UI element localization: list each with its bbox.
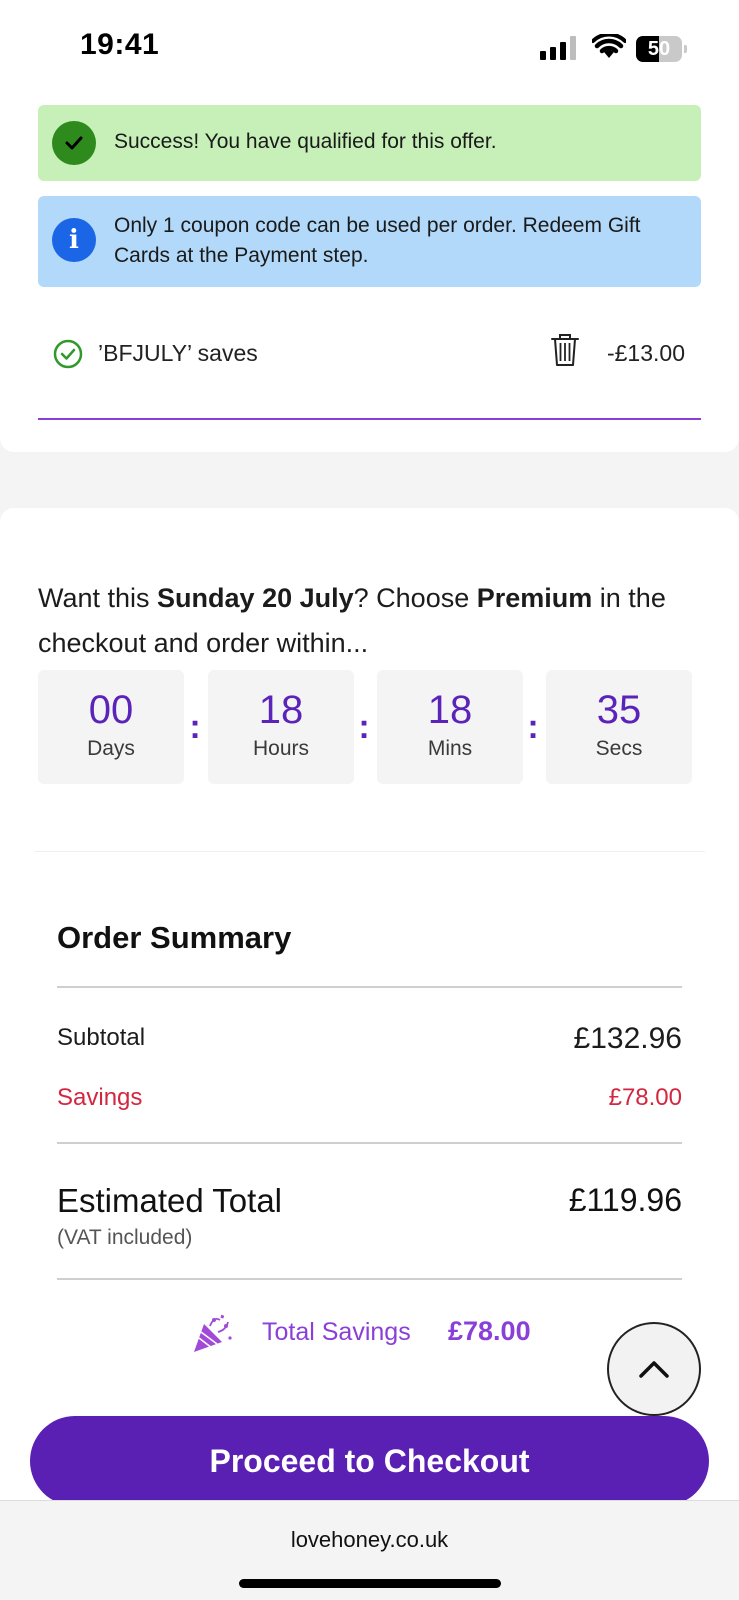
vat-note: (VAT included) bbox=[57, 1226, 193, 1249]
countdown-timer: 00 Days : 18 Hours : 18 Mins : 35 Secs bbox=[38, 670, 701, 784]
order-summary-title: Order Summary bbox=[57, 920, 292, 955]
trash-icon[interactable] bbox=[550, 332, 580, 368]
coupon-divider bbox=[38, 418, 701, 420]
coupon-discount-amount: -£13.00 bbox=[606, 340, 685, 366]
subtotal-value: £132.96 bbox=[573, 1022, 682, 1055]
countdown-hours: 18 Hours bbox=[208, 670, 354, 784]
status-time: 19:41 bbox=[80, 28, 160, 61]
applied-coupon-row: ’BFJULY’ saves -£13.00 bbox=[38, 316, 701, 396]
countdown-separator: : bbox=[189, 708, 201, 746]
countdown-separator: : bbox=[358, 708, 370, 746]
info-alert: i Only 1 coupon code can be used per ord… bbox=[38, 196, 701, 287]
url-text[interactable]: lovehoney.co.uk bbox=[0, 1527, 739, 1553]
countdown-secs-label: Secs bbox=[595, 737, 643, 760]
total-savings-row: Total Savings £78.00 bbox=[190, 1312, 560, 1356]
party-popper-icon bbox=[194, 1314, 232, 1352]
countdown-days: 00 Days bbox=[38, 670, 184, 784]
info-icon: i bbox=[52, 218, 96, 262]
success-alert-text: Success! You have qualified for this off… bbox=[114, 130, 497, 153]
countdown-separator: : bbox=[527, 708, 539, 746]
countdown-hours-value: 18 bbox=[258, 688, 304, 732]
countdown-days-value: 00 bbox=[88, 688, 134, 732]
delivery-middle: ? Choose bbox=[353, 583, 477, 613]
proceed-to-checkout-button[interactable]: Proceed to Checkout bbox=[30, 1416, 709, 1506]
savings-label: Savings bbox=[57, 1084, 143, 1111]
browser-address-bar[interactable]: lovehoney.co.uk bbox=[0, 1500, 739, 1600]
wifi-icon bbox=[592, 34, 626, 58]
info-alert-text: Only 1 coupon code can be used per order… bbox=[114, 214, 641, 267]
section-divider bbox=[34, 851, 705, 852]
estimated-total-value: £119.96 bbox=[568, 1182, 682, 1218]
success-alert: Success! You have qualified for this off… bbox=[38, 105, 701, 181]
battery-percentage: 50 bbox=[647, 38, 671, 60]
check-circle-icon bbox=[52, 121, 96, 165]
total-savings-label: Total Savings bbox=[262, 1318, 411, 1346]
delivery-prefix: Want this bbox=[38, 583, 158, 613]
countdown-secs-value: 35 bbox=[596, 688, 642, 732]
estimated-total-label: Estimated Total bbox=[57, 1182, 283, 1219]
delivery-date: Sunday 20 July bbox=[157, 583, 354, 613]
total-savings-value: £78.00 bbox=[448, 1316, 531, 1346]
check-outline-icon bbox=[53, 339, 83, 369]
countdown-mins-label: Mins bbox=[427, 737, 473, 760]
cellular-signal-icon bbox=[540, 36, 578, 60]
countdown-secs: 35 Secs bbox=[546, 670, 692, 784]
coupon-code-text: ’BFJULY’ saves bbox=[98, 340, 258, 366]
countdown-hours-label: Hours bbox=[252, 737, 310, 760]
home-indicator[interactable] bbox=[239, 1579, 501, 1588]
summary-divider bbox=[57, 1142, 682, 1144]
countdown-mins: 18 Mins bbox=[377, 670, 523, 784]
subtotal-label: Subtotal bbox=[57, 1024, 146, 1051]
countdown-mins-value: 18 bbox=[427, 688, 473, 732]
chevron-up-icon bbox=[639, 1361, 669, 1378]
countdown-days-label: Days bbox=[87, 737, 135, 760]
summary-divider bbox=[57, 986, 682, 988]
delivery-option: Premium bbox=[476, 583, 593, 613]
coupon-card: Success! You have qualified for this off… bbox=[0, 96, 739, 452]
status-bar: 19:41 50 bbox=[0, 0, 739, 96]
battery-indicator: 50 bbox=[636, 36, 687, 62]
scroll-to-top-button[interactable] bbox=[607, 1322, 701, 1416]
savings-value: £78.00 bbox=[608, 1084, 682, 1111]
summary-divider bbox=[57, 1278, 682, 1280]
delivery-message: Want this Sunday 20 July? Choose Premium… bbox=[38, 576, 708, 666]
